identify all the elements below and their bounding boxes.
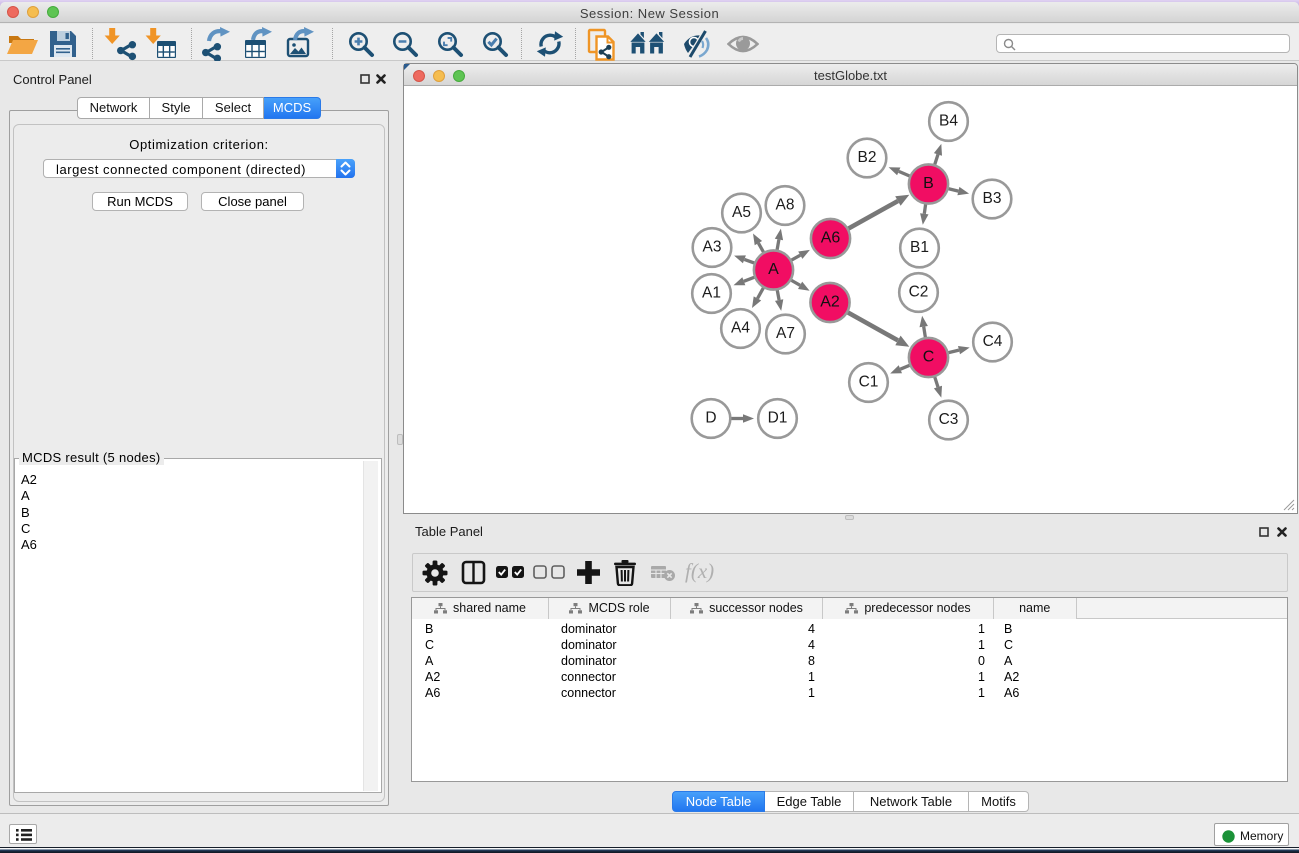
svg-text:A7: A7 [776,325,795,342]
svg-text:B: B [923,175,934,192]
svg-text:C3: C3 [939,411,959,428]
svg-text:B1: B1 [910,239,929,256]
svg-text:D: D [705,410,716,427]
svg-text:C4: C4 [983,333,1003,350]
svg-text:C2: C2 [909,284,929,301]
svg-text:A8: A8 [776,197,795,214]
svg-text:A6: A6 [821,230,841,247]
svg-text:B4: B4 [939,113,958,130]
svg-text:D1: D1 [768,410,788,427]
svg-text:C: C [923,349,935,366]
svg-text:A4: A4 [731,320,750,337]
svg-text:A5: A5 [732,204,751,221]
svg-text:A1: A1 [702,285,721,302]
svg-text:B3: B3 [983,190,1002,207]
svg-text:A2: A2 [820,294,840,311]
svg-text:A: A [768,261,779,278]
svg-text:B2: B2 [858,149,877,166]
svg-text:A3: A3 [703,239,722,256]
svg-text:C1: C1 [859,374,879,391]
